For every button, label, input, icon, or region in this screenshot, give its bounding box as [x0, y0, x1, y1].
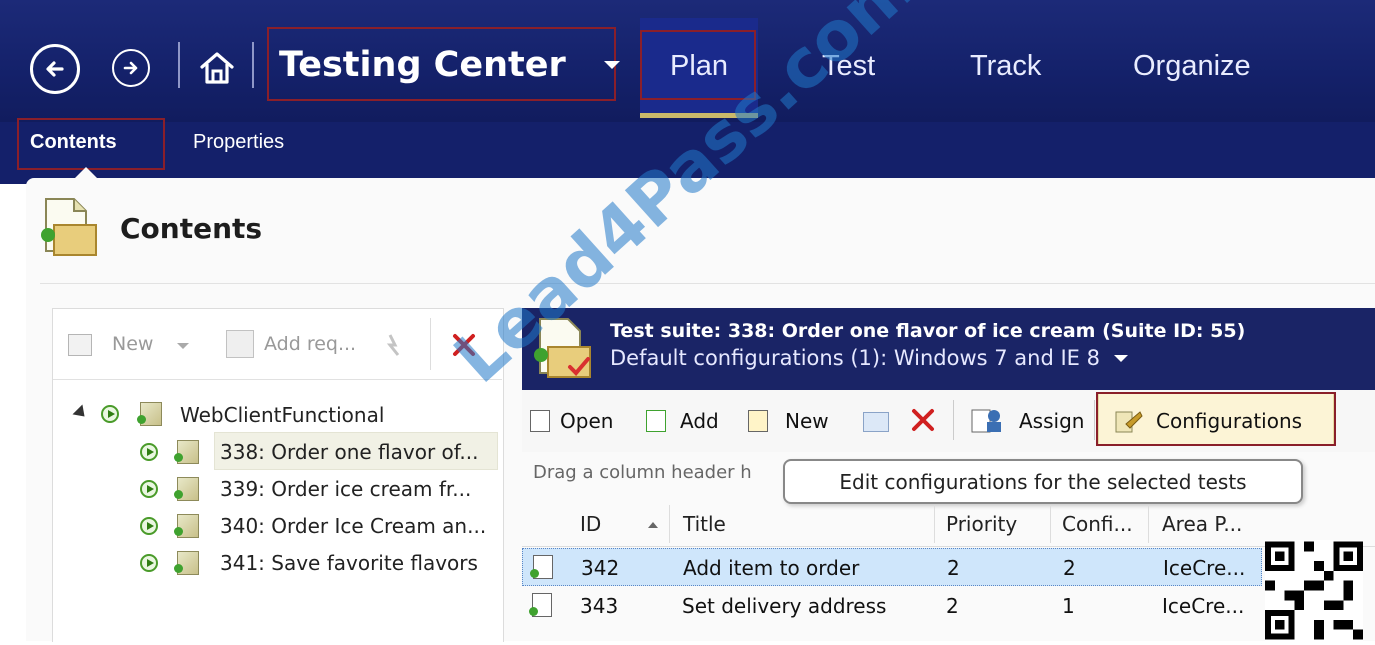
open-icon [530, 410, 550, 432]
tooltip-text: Edit configurations for the selected tes… [839, 469, 1247, 494]
group-by-hint: Drag a column header h [533, 462, 752, 483]
cell-priority: 2 [946, 594, 959, 618]
play-icon [101, 405, 119, 423]
cell-priority: 2 [947, 556, 960, 580]
column-header-area-path[interactable]: Area P... [1162, 512, 1242, 536]
divider [40, 283, 1375, 284]
configurations-icon [1114, 408, 1144, 434]
play-icon [140, 554, 158, 572]
link-icon[interactable] [386, 333, 404, 357]
cell-area-path: IceCre... [1162, 594, 1245, 618]
separator [953, 400, 954, 440]
tree-root[interactable]: WebClientFunctional [180, 403, 384, 427]
plan-tab-underline [640, 113, 758, 118]
tab-organize[interactable]: Organize [1133, 50, 1251, 83]
tree-item[interactable]: 338: Order one flavor of... [220, 440, 478, 464]
open-button[interactable]: Open [560, 409, 613, 433]
new-icon [748, 410, 768, 432]
column-header-priority[interactable]: Priority [946, 512, 1017, 536]
play-icon [140, 443, 158, 461]
tab-plan[interactable]: Plan [670, 50, 728, 83]
column-header-title[interactable]: Title [683, 512, 726, 536]
sort-ascending-icon [648, 522, 658, 528]
assign-button[interactable]: Assign [1019, 409, 1084, 433]
chevron-down-icon [1113, 354, 1128, 362]
separator [1094, 400, 1095, 440]
column-divider [934, 505, 935, 543]
test-suite-icon [174, 514, 199, 538]
cell-title: Add item to order [683, 556, 860, 580]
tree-item[interactable]: 341: Save favorite flavors [220, 551, 478, 575]
chevron-down-icon[interactable] [177, 343, 189, 349]
tab-test[interactable]: Test [822, 50, 875, 83]
new-button[interactable]: New [785, 409, 829, 433]
add-icon [646, 410, 666, 432]
test-suite-icon [174, 477, 199, 501]
cell-configurations: 1 [1062, 594, 1075, 618]
column-divider [1050, 505, 1051, 543]
cell-area-path: IceCre... [1163, 556, 1246, 580]
tab-properties[interactable]: Properties [193, 131, 284, 154]
column-header-configurations[interactable]: Confi... [1062, 512, 1133, 536]
play-icon [140, 517, 158, 535]
configurations-tooltip: Edit configurations for the selected tes… [783, 459, 1303, 504]
separator [178, 42, 180, 88]
new-suite-icon [68, 334, 92, 356]
contents-icon [40, 195, 98, 257]
cell-title: Set delivery address [682, 594, 887, 618]
add-requirements-icon [226, 330, 254, 358]
suite-icon [532, 315, 594, 381]
separator [430, 318, 431, 370]
panel-pointer [74, 167, 98, 179]
play-icon [140, 480, 158, 498]
copy-icon[interactable] [863, 412, 889, 432]
chevron-down-icon [603, 61, 620, 69]
delete-icon[interactable] [910, 407, 936, 433]
add-button[interactable]: Add [680, 409, 719, 433]
cell-configurations: 2 [1063, 556, 1076, 580]
qr-code [1265, 540, 1363, 641]
default-configurations-label: Default configurations (1): Windows 7 an… [610, 346, 1100, 370]
tree-item[interactable]: 339: Order ice cream fr... [220, 477, 471, 501]
table-row[interactable]: 343 Set delivery address 2 1 IceCre... [522, 587, 1262, 625]
configurations-button[interactable]: Configurations [1156, 409, 1302, 433]
tab-contents[interactable]: Contents [30, 131, 117, 154]
test-suite-icon [174, 440, 199, 464]
app-title-dropdown[interactable]: Testing Center [279, 40, 620, 90]
cell-id: 342 [581, 556, 620, 580]
test-suite-icon [137, 402, 162, 426]
forward-arrow-icon[interactable] [112, 49, 150, 87]
default-configurations[interactable]: Default configurations (1): Windows 7 an… [610, 346, 1128, 370]
add-requirements-button[interactable]: Add req... [264, 333, 356, 355]
column-divider [1148, 505, 1149, 543]
test-case-icon [529, 593, 552, 617]
separator [252, 42, 254, 88]
suite-title: Test suite: 338: Order one flavor of ice… [610, 320, 1246, 342]
new-button[interactable]: New [112, 333, 153, 355]
app-title: Testing Center [279, 45, 566, 85]
assign-icon [970, 406, 1004, 434]
back-arrow-icon[interactable] [30, 44, 80, 94]
test-case-icon [530, 555, 553, 579]
home-icon[interactable] [197, 48, 237, 88]
test-suite-icon [174, 551, 199, 575]
column-header-id[interactable]: ID [580, 512, 601, 536]
table-row[interactable]: 342 Add item to order 2 2 IceCre... [522, 548, 1262, 586]
cell-id: 343 [580, 594, 619, 618]
panel-title: Contents [120, 212, 263, 245]
column-divider [669, 505, 670, 543]
delete-icon[interactable] [451, 332, 477, 358]
tab-track[interactable]: Track [970, 50, 1041, 83]
tree-item[interactable]: 340: Order Ice Cream an... [220, 514, 486, 538]
